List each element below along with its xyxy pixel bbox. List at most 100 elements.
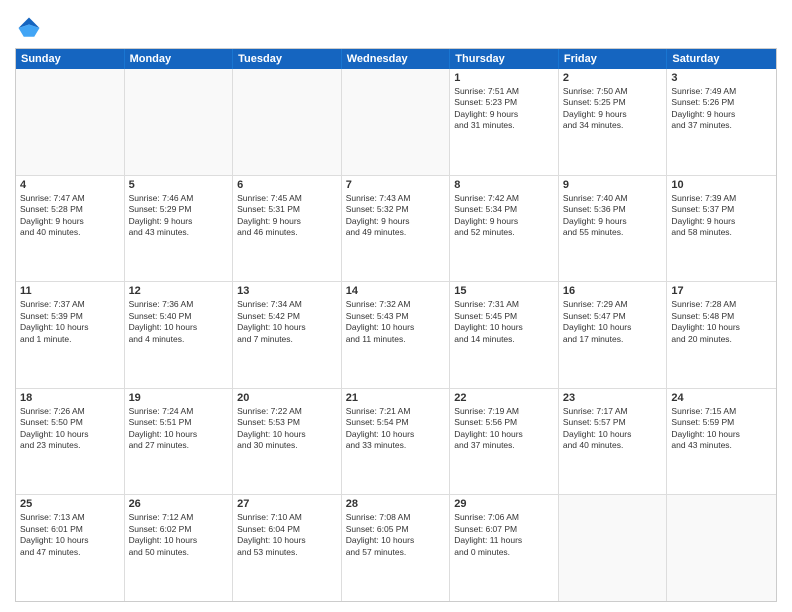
day-number: 10 (671, 179, 772, 191)
calendar-day-3: 3 Sunrise: 7:49 AM Sunset: 5:26 PM Daylig… (667, 69, 776, 175)
day-number: 20 (237, 392, 337, 404)
day-number: 15 (454, 285, 554, 297)
calendar-day-empty (667, 495, 776, 601)
day-number: 18 (20, 392, 120, 404)
calendar-day-12: 12 Sunrise: 7:36 AM Sunset: 5:40 PM Dayli… (125, 282, 234, 388)
calendar-day-13: 13 Sunrise: 7:34 AM Sunset: 5:42 PM Dayli… (233, 282, 342, 388)
calendar-day-22: 22 Sunrise: 7:19 AM Sunset: 5:56 PM Dayli… (450, 389, 559, 495)
calendar-day-20: 20 Sunrise: 7:22 AM Sunset: 5:53 PM Dayli… (233, 389, 342, 495)
day-info: Sunrise: 7:34 AM Sunset: 5:42 PM Dayligh… (237, 299, 337, 345)
day-number: 3 (671, 72, 772, 84)
calendar-day-18: 18 Sunrise: 7:26 AM Sunset: 5:50 PM Dayli… (16, 389, 125, 495)
calendar-day-24: 24 Sunrise: 7:15 AM Sunset: 5:59 PM Dayli… (667, 389, 776, 495)
day-number: 7 (346, 179, 446, 191)
calendar-day-27: 27 Sunrise: 7:10 AM Sunset: 6:04 PM Dayli… (233, 495, 342, 601)
page: SundayMondayTuesdayWednesdayThursdayFrid… (0, 0, 792, 612)
header-cell-tuesday: Tuesday (233, 49, 342, 69)
day-number: 13 (237, 285, 337, 297)
day-number: 8 (454, 179, 554, 191)
calendar-row-4: 25 Sunrise: 7:13 AM Sunset: 6:01 PM Dayli… (16, 494, 776, 601)
day-info: Sunrise: 7:26 AM Sunset: 5:50 PM Dayligh… (20, 406, 120, 452)
day-number: 19 (129, 392, 229, 404)
calendar-header: SundayMondayTuesdayWednesdayThursdayFrid… (16, 49, 776, 69)
calendar-row-3: 18 Sunrise: 7:26 AM Sunset: 5:50 PM Dayli… (16, 388, 776, 495)
day-info: Sunrise: 7:21 AM Sunset: 5:54 PM Dayligh… (346, 406, 446, 452)
day-number: 22 (454, 392, 554, 404)
day-info: Sunrise: 7:40 AM Sunset: 5:36 PM Dayligh… (563, 193, 663, 239)
header-cell-wednesday: Wednesday (342, 49, 451, 69)
calendar-day-26: 26 Sunrise: 7:12 AM Sunset: 6:02 PM Dayli… (125, 495, 234, 601)
day-number: 28 (346, 498, 446, 510)
calendar: SundayMondayTuesdayWednesdayThursdayFrid… (15, 48, 777, 602)
day-info: Sunrise: 7:12 AM Sunset: 6:02 PM Dayligh… (129, 512, 229, 558)
day-info: Sunrise: 7:29 AM Sunset: 5:47 PM Dayligh… (563, 299, 663, 345)
calendar-day-23: 23 Sunrise: 7:17 AM Sunset: 5:57 PM Dayli… (559, 389, 668, 495)
day-number: 17 (671, 285, 772, 297)
day-info: Sunrise: 7:10 AM Sunset: 6:04 PM Dayligh… (237, 512, 337, 558)
day-info: Sunrise: 7:42 AM Sunset: 5:34 PM Dayligh… (454, 193, 554, 239)
calendar-day-2: 2Sunrise: 7:50 AM Sunset: 5:25 PM Daylig… (559, 69, 668, 175)
calendar-day-1: 1 Sunrise: 7:51 AM Sunset: 5:23 PM Daylig… (450, 69, 559, 175)
day-info: Sunrise: 7:36 AM Sunset: 5:40 PM Dayligh… (129, 299, 229, 345)
day-info: Sunrise: 7:37 AM Sunset: 5:39 PM Dayligh… (20, 299, 120, 345)
day-number: 26 (129, 498, 229, 510)
calendar-row-2: 11 Sunrise: 7:37 AM Sunset: 5:39 PM Dayli… (16, 281, 776, 388)
header-cell-friday: Friday (559, 49, 668, 69)
calendar-day-21: 21 Sunrise: 7:21 AM Sunset: 5:54 PM Dayli… (342, 389, 451, 495)
calendar-day-empty (125, 69, 234, 175)
day-info: Sunrise: 7:17 AM Sunset: 5:57 PM Dayligh… (563, 406, 663, 452)
calendar-day-5: 5Sunrise: 7:46 AM Sunset: 5:29 PM Daylig… (125, 176, 234, 282)
calendar-day-16: 16 Sunrise: 7:29 AM Sunset: 5:47 PM Dayli… (559, 282, 668, 388)
calendar-day-6: 6 Sunrise: 7:45 AM Sunset: 5:31 PM Daylig… (233, 176, 342, 282)
day-number: 23 (563, 392, 663, 404)
day-info: Sunrise: 7:50 AM Sunset: 5:25 PM Dayligh… (563, 86, 663, 132)
calendar-day-4: 4 Sunrise: 7:47 AM Sunset: 5:28 PM Daylig… (16, 176, 125, 282)
day-info: Sunrise: 7:39 AM Sunset: 5:37 PM Dayligh… (671, 193, 772, 239)
logo (15, 14, 46, 42)
day-number: 27 (237, 498, 337, 510)
calendar-day-empty (16, 69, 125, 175)
day-number: 24 (671, 392, 772, 404)
day-number: 21 (346, 392, 446, 404)
day-number: 16 (563, 285, 663, 297)
day-info: Sunrise: 7:22 AM Sunset: 5:53 PM Dayligh… (237, 406, 337, 452)
day-number: 6 (237, 179, 337, 191)
day-info: Sunrise: 7:15 AM Sunset: 5:59 PM Dayligh… (671, 406, 772, 452)
day-info: Sunrise: 7:31 AM Sunset: 5:45 PM Dayligh… (454, 299, 554, 345)
day-info: Sunrise: 7:47 AM Sunset: 5:28 PM Dayligh… (20, 193, 120, 239)
header-cell-monday: Monday (125, 49, 234, 69)
day-info: Sunrise: 7:45 AM Sunset: 5:31 PM Dayligh… (237, 193, 337, 239)
calendar-day-7: 7 Sunrise: 7:43 AM Sunset: 5:32 PM Daylig… (342, 176, 451, 282)
day-number: 29 (454, 498, 554, 510)
day-number: 12 (129, 285, 229, 297)
day-info: Sunrise: 7:06 AM Sunset: 6:07 PM Dayligh… (454, 512, 554, 558)
calendar-body: 1 Sunrise: 7:51 AM Sunset: 5:23 PM Daylig… (16, 69, 776, 601)
day-number: 14 (346, 285, 446, 297)
day-info: Sunrise: 7:13 AM Sunset: 6:01 PM Dayligh… (20, 512, 120, 558)
calendar-day-10: 10 Sunrise: 7:39 AM Sunset: 5:37 PM Dayli… (667, 176, 776, 282)
calendar-day-19: 19 Sunrise: 7:24 AM Sunset: 5:51 PM Dayli… (125, 389, 234, 495)
day-number: 25 (20, 498, 120, 510)
calendar-row-0: 1 Sunrise: 7:51 AM Sunset: 5:23 PM Daylig… (16, 69, 776, 175)
header-cell-thursday: Thursday (450, 49, 559, 69)
calendar-day-empty (342, 69, 451, 175)
day-info: Sunrise: 7:49 AM Sunset: 5:26 PM Dayligh… (671, 86, 772, 132)
calendar-day-14: 14Sunrise: 7:32 AM Sunset: 5:43 PM Dayli… (342, 282, 451, 388)
day-info: Sunrise: 7:28 AM Sunset: 5:48 PM Dayligh… (671, 299, 772, 345)
header-cell-sunday: Sunday (16, 49, 125, 69)
calendar-day-15: 15 Sunrise: 7:31 AM Sunset: 5:45 PM Dayli… (450, 282, 559, 388)
day-number: 1 (454, 72, 554, 84)
header-cell-saturday: Saturday (667, 49, 776, 69)
calendar-day-17: 17 Sunrise: 7:28 AM Sunset: 5:48 PM Dayli… (667, 282, 776, 388)
day-number: 4 (20, 179, 120, 191)
day-info: Sunrise: 7:51 AM Sunset: 5:23 PM Dayligh… (454, 86, 554, 132)
calendar-day-empty (233, 69, 342, 175)
day-info: Sunrise: 7:24 AM Sunset: 5:51 PM Dayligh… (129, 406, 229, 452)
day-info: Sunrise: 7:46 AM Sunset: 5:29 PM Dayligh… (129, 193, 229, 239)
day-info: Sunrise: 7:19 AM Sunset: 5:56 PM Dayligh… (454, 406, 554, 452)
day-info: Sunrise: 7:43 AM Sunset: 5:32 PM Dayligh… (346, 193, 446, 239)
day-number: 11 (20, 285, 120, 297)
calendar-day-29: 29 Sunrise: 7:06 AM Sunset: 6:07 PM Dayli… (450, 495, 559, 601)
calendar-day-empty (559, 495, 668, 601)
calendar-day-11: 11 Sunrise: 7:37 AM Sunset: 5:39 PM Dayli… (16, 282, 125, 388)
